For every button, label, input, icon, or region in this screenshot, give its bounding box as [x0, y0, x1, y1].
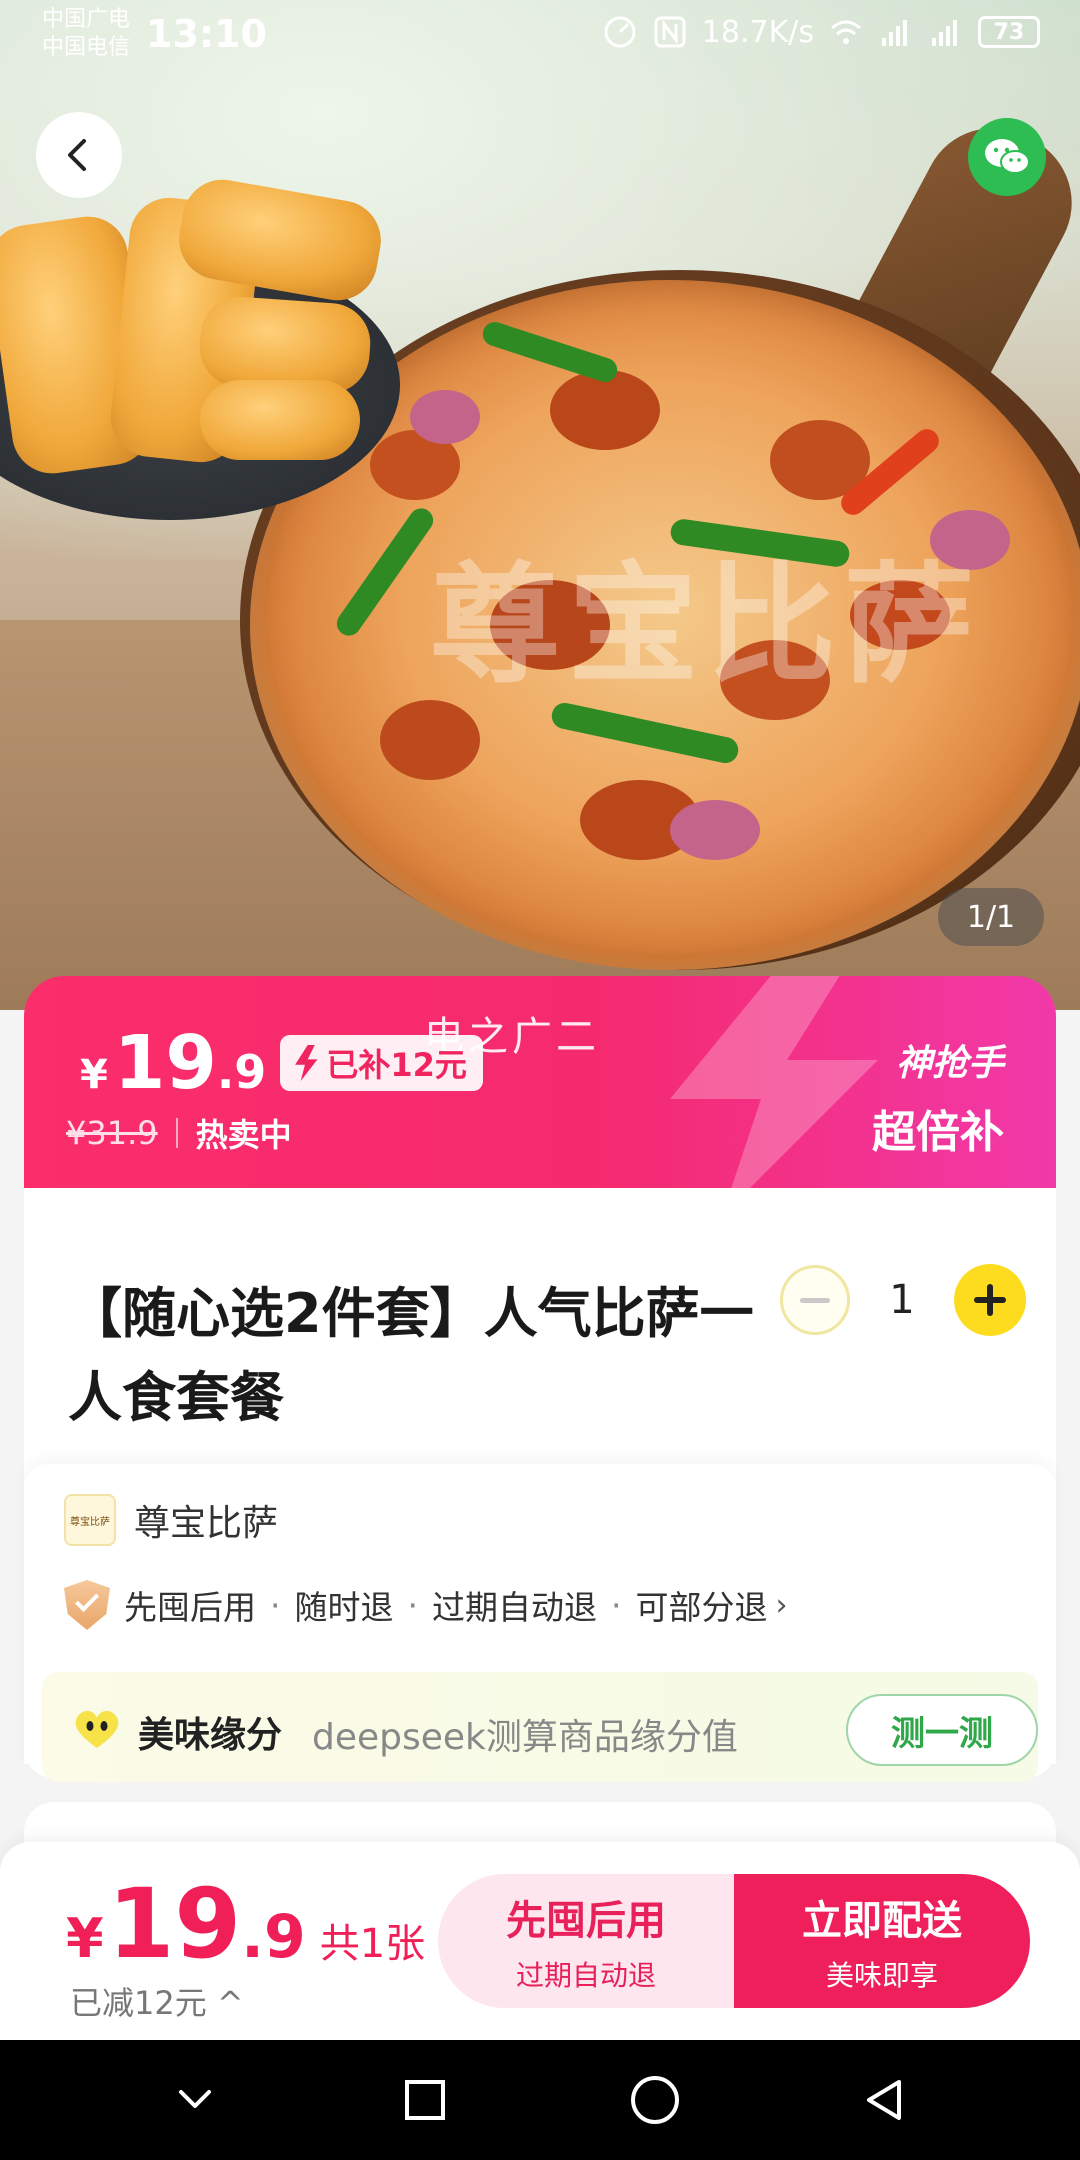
nfc-icon — [654, 16, 686, 48]
product-info-card: 【随心选2件套】人气比萨一人食套餐 1 尊宝比萨 尊宝比萨 先囤后用 · 随时退… — [24, 1188, 1056, 1782]
policy-row[interactable]: 先囤后用 · 随时退 · 过期自动退 · 可部分退 › — [64, 1580, 788, 1630]
price-integer: 19 — [107, 1868, 242, 1980]
store-logo: 尊宝比萨 — [64, 1494, 116, 1546]
deliver-now-button[interactable]: 立即配送 美味即享 — [734, 1874, 1030, 2008]
fate-title: 美味缘分 — [138, 1715, 283, 1756]
shield-check-icon — [64, 1580, 110, 1630]
nugget — [200, 380, 360, 460]
separator-dot: · — [611, 1585, 622, 1625]
carrier-name-1: 中国广电 — [42, 7, 131, 32]
discount-detail-toggle[interactable]: 已减12元 ^ — [70, 1978, 244, 2024]
nav-home-button[interactable] — [615, 2060, 695, 2140]
policy-item: 可部分退 — [635, 1588, 768, 1627]
chevron-down-icon — [179, 2090, 211, 2108]
status-icons: 18.7K/s 73 — [602, 14, 1040, 50]
wifi-icon — [831, 20, 861, 44]
total-price: ¥ 19 .9 共1张 — [66, 1868, 425, 1980]
sale-status: 热卖中 — [195, 1116, 292, 1154]
button-label: 立即配送 — [802, 1898, 962, 1944]
policy-item: 先囤后用 — [124, 1588, 256, 1627]
store-row[interactable]: 尊宝比萨 尊宝比萨 — [64, 1494, 278, 1546]
image-page-indicator: 1/1 — [938, 888, 1044, 946]
circle-icon — [631, 2076, 679, 2124]
topping — [410, 390, 480, 444]
promo-badge-line1: 神抢手 — [895, 1043, 1004, 1084]
promo-badge-line2: 超倍补 — [872, 1107, 1004, 1158]
status-bar: 中国广电 中国电信 13:10 18.7K/s 73 — [0, 0, 1080, 72]
nav-recents-button[interactable] — [385, 2060, 465, 2140]
store-name: 尊宝比萨 — [134, 1503, 279, 1544]
store-section: 尊宝比萨 尊宝比萨 先囤后用 · 随时退 · 过期自动退 · 可部分退 › 美味… — [24, 1464, 1056, 1782]
network-speed: 18.7K/s — [701, 14, 814, 50]
data-saver-icon — [604, 16, 636, 48]
product-hero-image[interactable]: 尊宝比萨 — [0, 0, 1080, 1010]
item-count: 共1张 — [319, 1921, 426, 1967]
promo-banner: 电之广二 ¥ 19 .9 已补12元 ¥31.9 热卖中 神抢手 超倍补 — [24, 976, 1056, 1190]
buy-now-use-later-button[interactable]: 先囤后用 过期自动退 — [438, 1874, 734, 2008]
separator-dot: · — [270, 1585, 281, 1625]
fate-row: 美味缘分 deepseek测算商品缘分值 测一测 — [42, 1672, 1038, 1782]
checkout-bar: ¥ 19 .9 共1张 已减12元 ^ 先囤后用 过期自动退 立即配送 美味即享 — [0, 1842, 1080, 2040]
currency-symbol: ¥ — [66, 1907, 104, 1970]
topping — [549, 700, 741, 766]
price-decimal: .9 — [241, 1902, 306, 1972]
topping — [332, 503, 438, 641]
wechat-icon — [985, 139, 1030, 174]
original-price: ¥31.9 — [66, 1114, 158, 1152]
policy-item: 过期自动退 — [432, 1588, 597, 1627]
system-nav-bar — [0, 2040, 1080, 2160]
decrease-quantity-button[interactable] — [780, 1265, 850, 1335]
carrier-info: 中国广电 中国电信 — [42, 6, 130, 62]
heart-face-icon — [75, 1710, 119, 1748]
battery-indicator: 73 — [978, 16, 1040, 48]
subsidy-label: 已补12元 — [326, 1046, 467, 1084]
product-title: 【随心选2件套】人气比萨一人食套餐 — [68, 1282, 754, 1429]
button-label: 先囤后用 — [506, 1898, 666, 1944]
test-fate-button[interactable]: 测一测 — [846, 1694, 1038, 1766]
lightning-icon — [295, 1045, 318, 1081]
button-sublabel: 美味即享 — [825, 1959, 938, 1992]
chevron-left-icon — [68, 139, 86, 171]
quantity-value: 1 — [889, 1277, 915, 1323]
nav-hide-button[interactable] — [155, 2060, 235, 2140]
price-decimal: .9 — [216, 1045, 267, 1099]
topping — [670, 800, 760, 860]
price-integer: 19 — [113, 1020, 217, 1106]
carrier-name-2: 中国电信 — [42, 35, 131, 60]
nav-back-button[interactable] — [845, 2060, 925, 2140]
hero-watermark: 尊宝比萨 — [430, 548, 983, 701]
promo-subline: ¥31.9 热卖中 — [66, 1110, 292, 1156]
separator-dot: · — [407, 1585, 419, 1625]
topping — [479, 318, 621, 386]
fate-description: deepseek测算商品缘分值 — [312, 1717, 738, 1758]
lightning-decoration-icon — [670, 976, 878, 1190]
divider — [175, 1118, 178, 1148]
wechat-share-button[interactable] — [968, 118, 1046, 196]
square-icon — [405, 2080, 445, 2120]
promo-badge: 神抢手 超倍补 — [872, 1034, 1004, 1160]
increase-quantity-button[interactable] — [954, 1264, 1026, 1336]
button-sublabel: 过期自动退 — [515, 1959, 656, 1992]
signal-4g-icon-1 — [882, 20, 907, 46]
minus-icon — [800, 1297, 830, 1303]
action-buttons: 先囤后用 过期自动退 立即配送 美味即享 — [438, 1874, 1030, 2008]
triangle-back-icon — [867, 2080, 901, 2120]
back-button[interactable] — [36, 112, 122, 198]
topping — [380, 700, 480, 780]
chevron-right-icon: › — [775, 1587, 788, 1623]
currency-symbol: ¥ — [80, 1052, 108, 1098]
promo-price: ¥ 19 .9 已补12元 — [80, 1020, 483, 1106]
signal-4g-icon-2 — [932, 20, 957, 46]
policy-item: 随时退 — [294, 1588, 394, 1627]
clock: 13:10 — [146, 12, 267, 56]
subsidy-badge: 已补12元 — [280, 1035, 483, 1091]
quantity-stepper: 1 — [780, 1264, 1026, 1336]
